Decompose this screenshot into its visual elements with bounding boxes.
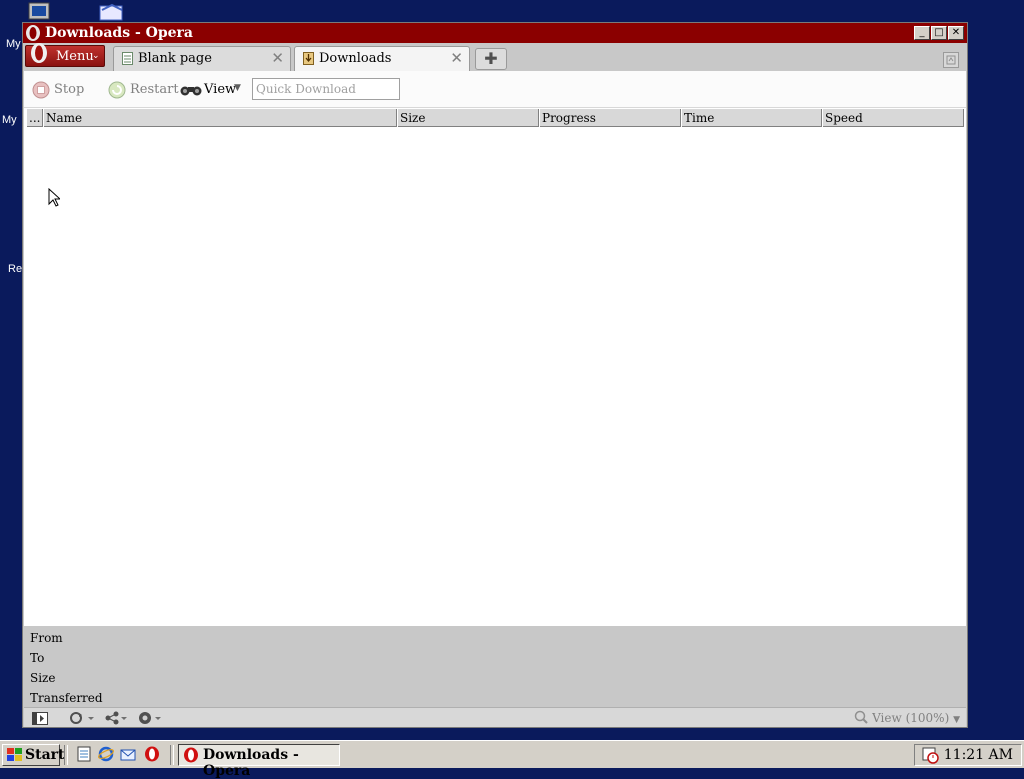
chevron-down-icon: ⌄ bbox=[92, 51, 100, 61]
opera-logo-icon bbox=[30, 42, 48, 64]
taskbar-separator bbox=[170, 745, 174, 765]
opera-menu-button[interactable]: Menu ⌄ bbox=[25, 42, 105, 67]
taskbar-separator bbox=[64, 745, 68, 765]
minimize-button[interactable]: _ bbox=[914, 26, 930, 40]
quick-download-input[interactable] bbox=[252, 78, 400, 100]
view-label: View bbox=[204, 82, 237, 97]
internet-explorer-icon[interactable] bbox=[98, 746, 114, 762]
stop-button[interactable]: Stop bbox=[32, 80, 92, 100]
windows-logo-icon bbox=[6, 747, 24, 767]
downloads-column-header: ... Name Size Progress Time Speed bbox=[26, 108, 964, 127]
zoom-label: View (100%) bbox=[872, 711, 950, 725]
tab-strip: Menu ⌄ Blank page ✕ Downloads ✕ ✚ bbox=[23, 42, 967, 72]
binoculars-icon bbox=[180, 83, 202, 101]
restart-label: Restart bbox=[130, 82, 179, 97]
name-column-header[interactable]: Name bbox=[43, 109, 397, 127]
time-column-header[interactable]: Time bbox=[681, 109, 822, 127]
speed-column-header[interactable]: Speed bbox=[822, 109, 964, 127]
downloads-list[interactable] bbox=[24, 127, 966, 626]
window-title: Downloads - Opera bbox=[45, 25, 194, 41]
sync-icon[interactable] bbox=[68, 710, 96, 726]
download-details-panel: From To Size Transferred bbox=[24, 627, 966, 707]
taskbar-window-label: Downloads - Opera bbox=[203, 747, 299, 779]
desktop-label-3: Re bbox=[8, 263, 23, 275]
size-column-header[interactable]: Size bbox=[397, 109, 539, 127]
new-tab-button[interactable]: ✚ bbox=[475, 48, 507, 70]
desktop-label-2: My bbox=[2, 114, 17, 126]
downloads-toolbar: Stop Restart View ▼ bbox=[24, 71, 966, 108]
tab-downloads[interactable]: Downloads ✕ bbox=[294, 46, 470, 72]
progress-column-header[interactable]: Progress bbox=[539, 109, 681, 127]
tab-label: Downloads bbox=[319, 51, 392, 66]
restart-icon bbox=[108, 81, 126, 103]
start-button[interactable]: Start bbox=[2, 744, 65, 767]
restart-button[interactable]: Restart bbox=[108, 80, 179, 103]
opera-logo-icon bbox=[25, 24, 41, 42]
downloads-panel: Stop Restart View ▼ ... Name Size Progre… bbox=[24, 71, 966, 626]
size-label: Size bbox=[30, 671, 56, 685]
close-tab-icon[interactable]: ✕ bbox=[271, 49, 284, 67]
tab-label: Blank page bbox=[138, 51, 212, 66]
close-tab-icon[interactable]: ✕ bbox=[450, 49, 463, 67]
to-label: To bbox=[30, 651, 45, 665]
page-icon bbox=[122, 52, 133, 65]
close-button[interactable]: ✕ bbox=[948, 26, 964, 40]
taskbar: Start Downloads - Opera 11:21 AM bbox=[0, 740, 1024, 779]
my-computer-icon[interactable] bbox=[28, 2, 50, 22]
status-bar: View (100%) ▼ bbox=[24, 707, 966, 727]
network-icon[interactable] bbox=[98, 2, 126, 22]
system-tray: 11:21 AM bbox=[914, 744, 1022, 766]
share-icon[interactable] bbox=[104, 710, 132, 726]
from-label: From bbox=[30, 631, 63, 645]
mouse-cursor-icon bbox=[48, 187, 62, 211]
opera-icon[interactable] bbox=[144, 746, 160, 762]
tab-blank-page[interactable]: Blank page ✕ bbox=[113, 46, 291, 71]
opera-icon bbox=[183, 747, 199, 767]
notepad-icon[interactable] bbox=[76, 746, 92, 762]
clock[interactable]: 11:21 AM bbox=[944, 747, 1013, 763]
desktop-label-1: My bbox=[6, 38, 21, 50]
turbo-icon[interactable] bbox=[138, 710, 166, 726]
start-label: Start bbox=[25, 747, 65, 763]
view-button[interactable]: View ▼ bbox=[180, 80, 246, 100]
maximize-button[interactable]: □ bbox=[931, 26, 947, 40]
panel-toggle-icon[interactable] bbox=[32, 710, 48, 726]
stop-icon bbox=[32, 81, 50, 103]
stop-label: Stop bbox=[54, 82, 85, 97]
column-options-header[interactable]: ... bbox=[26, 109, 43, 127]
title-bar[interactable]: Downloads - Opera _ □ ✕ bbox=[23, 23, 967, 43]
opera-window: Downloads - Opera _ □ ✕ Menu ⌄ Blank pag… bbox=[22, 22, 968, 728]
chevron-down-icon: ▼ bbox=[234, 83, 241, 93]
taskbar-opera-window-button[interactable]: Downloads - Opera bbox=[178, 744, 340, 779]
tray-app-icon[interactable] bbox=[921, 746, 939, 767]
magnifier-icon bbox=[854, 710, 868, 727]
tab-menu-icon[interactable] bbox=[943, 52, 959, 68]
outlook-express-icon[interactable] bbox=[120, 746, 136, 762]
zoom-control[interactable]: View (100%) ▼ bbox=[854, 710, 960, 727]
menu-label: Menu bbox=[56, 49, 94, 64]
chevron-down-icon: ▼ bbox=[953, 715, 960, 725]
download-icon bbox=[303, 52, 314, 65]
transferred-label: Transferred bbox=[30, 691, 103, 705]
